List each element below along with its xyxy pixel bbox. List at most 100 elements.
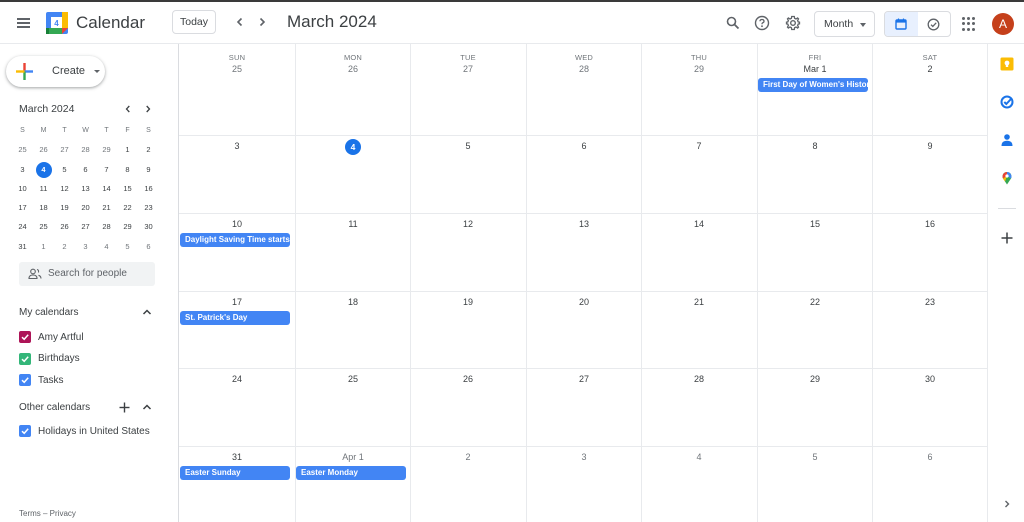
day-cell[interactable]: 3 — [179, 135, 295, 213]
day-cell[interactable]: 25 — [295, 368, 411, 446]
my-calendars-collapse-button[interactable] — [140, 305, 154, 319]
date-number[interactable]: 23 — [872, 297, 988, 307]
date-number[interactable]: 12 — [410, 219, 526, 229]
account-avatar[interactable]: A — [992, 13, 1014, 35]
day-cell[interactable]: 29 — [757, 368, 873, 446]
day-cell[interactable]: 20 — [526, 291, 642, 368]
mini-calendar-day[interactable]: 17 — [12, 198, 33, 217]
mini-calendar-day[interactable]: 5 — [117, 237, 138, 256]
mini-calendar-day[interactable]: 31 — [12, 237, 33, 256]
mini-calendar-day[interactable]: 26 — [54, 217, 75, 236]
day-cell[interactable]: 27 — [526, 368, 642, 446]
day-cell[interactable]: 14 — [641, 213, 757, 291]
date-number[interactable]: 17 — [179, 297, 295, 307]
mini-calendar-day[interactable]: 11 — [33, 179, 54, 198]
mini-calendar-day[interactable]: 5 — [54, 160, 75, 179]
mini-calendar-day[interactable]: 21 — [96, 198, 117, 217]
date-number[interactable]: 11 — [295, 219, 411, 229]
mini-calendar-day[interactable]: 26 — [33, 140, 54, 159]
day-cell[interactable]: SAT 2 — [872, 44, 988, 135]
mini-calendar-day[interactable]: 14 — [96, 179, 117, 198]
add-other-calendar-button[interactable] — [117, 400, 131, 414]
calendar-list-item[interactable]: Holidays in United States — [19, 423, 150, 439]
menu-icon[interactable] — [14, 13, 34, 33]
mini-calendar-day[interactable]: 3 — [75, 237, 96, 256]
day-cell[interactable]: 24 — [179, 368, 295, 446]
event-chip[interactable]: Daylight Saving Time starts — [180, 233, 290, 247]
settings-button[interactable] — [782, 12, 804, 34]
mini-calendar-day[interactable]: 20 — [75, 198, 96, 217]
date-number[interactable]: 13 — [526, 219, 642, 229]
mini-calendar-day[interactable]: 2 — [138, 140, 159, 159]
day-cell[interactable]: 26 — [410, 368, 526, 446]
day-cell[interactable]: 21 — [641, 291, 757, 368]
contacts-button[interactable] — [1000, 133, 1014, 147]
day-cell[interactable]: FRI Mar 1 First Day of Women's History Mon… — [757, 44, 873, 135]
date-number[interactable]: 27 — [410, 64, 526, 74]
date-number[interactable]: 14 — [641, 219, 757, 229]
mini-calendar-day[interactable]: 27 — [54, 140, 75, 159]
search-people-input[interactable]: Search for people — [19, 262, 155, 286]
day-cell[interactable]: TUE 27 — [410, 44, 526, 135]
mini-calendar-day[interactable]: 1 — [33, 237, 54, 256]
search-button[interactable] — [722, 12, 744, 34]
day-cell[interactable]: 15 — [757, 213, 873, 291]
day-cell[interactable]: MON 26 — [295, 44, 411, 135]
mini-calendar-day[interactable]: 13 — [75, 179, 96, 198]
day-cell[interactable]: WED 28 — [526, 44, 642, 135]
day-cell[interactable]: 5 — [757, 446, 873, 522]
mini-calendar-day[interactable]: 2 — [54, 237, 75, 256]
event-chip[interactable]: Easter Sunday — [180, 466, 290, 480]
mini-calendar-day[interactable]: 27 — [75, 217, 96, 236]
date-number[interactable]: 28 — [641, 374, 757, 384]
date-number[interactable]: 21 — [641, 297, 757, 307]
event-chip[interactable]: St. Patrick's Day — [180, 311, 290, 325]
mini-calendar-day[interactable]: 15 — [117, 179, 138, 198]
calendar-checkbox[interactable] — [19, 425, 31, 437]
date-number[interactable]: Mar 1 — [757, 64, 873, 74]
date-number[interactable]: 26 — [295, 64, 411, 74]
date-number[interactable]: 6 — [526, 141, 642, 151]
date-number[interactable]: 27 — [526, 374, 642, 384]
mini-calendar-day[interactable]: 10 — [12, 179, 33, 198]
date-number[interactable]: 15 — [757, 219, 873, 229]
calendar-logo-icon[interactable]: 4 — [46, 12, 68, 34]
tasks-view-toggle[interactable] — [918, 12, 951, 36]
date-number[interactable]: 25 — [179, 64, 295, 74]
date-number[interactable]: 28 — [526, 64, 642, 74]
date-number[interactable]: 16 — [872, 219, 988, 229]
date-number[interactable]: 8 — [757, 141, 873, 151]
mini-calendar-day[interactable]: 23 — [138, 198, 159, 217]
date-number[interactable]: 24 — [179, 374, 295, 384]
day-cell[interactable]: 31 Easter Sunday — [179, 446, 295, 522]
day-cell[interactable]: 3 — [526, 446, 642, 522]
date-number[interactable]: Apr 1 — [295, 452, 411, 462]
view-selector-dropdown[interactable]: Month — [814, 11, 875, 37]
date-number[interactable]: 5 — [757, 452, 873, 462]
tasks-button[interactable] — [1000, 95, 1014, 109]
day-cell[interactable]: 16 — [872, 213, 988, 291]
day-cell[interactable]: 6 — [526, 135, 642, 213]
day-cell[interactable]: 22 — [757, 291, 873, 368]
calendar-checkbox[interactable] — [19, 374, 31, 386]
create-button[interactable]: Create — [6, 56, 105, 87]
mini-calendar-day[interactable]: 1 — [117, 140, 138, 159]
today-date[interactable]: 4 — [295, 139, 411, 155]
mini-calendar-prev-button[interactable] — [121, 102, 135, 116]
mini-calendar-day[interactable]: 28 — [96, 217, 117, 236]
day-cell[interactable]: Apr 1 Easter Monday — [295, 446, 411, 522]
maps-button[interactable] — [1000, 171, 1014, 185]
day-cell[interactable]: 4 — [295, 135, 411, 213]
day-cell[interactable]: 23 — [872, 291, 988, 368]
expand-side-panel-button[interactable] — [1000, 497, 1014, 511]
day-cell[interactable]: 11 — [295, 213, 411, 291]
date-number[interactable]: 30 — [872, 374, 988, 384]
date-number[interactable]: 20 — [526, 297, 642, 307]
day-cell[interactable]: 2 — [410, 446, 526, 522]
mini-calendar-day[interactable]: 6 — [138, 237, 159, 256]
date-number[interactable]: 10 — [179, 219, 295, 229]
calendar-list-item[interactable]: Tasks — [19, 372, 64, 388]
date-number[interactable]: 19 — [410, 297, 526, 307]
mini-calendar-day[interactable]: 30 — [138, 217, 159, 236]
get-addons-button[interactable] — [1000, 231, 1014, 245]
